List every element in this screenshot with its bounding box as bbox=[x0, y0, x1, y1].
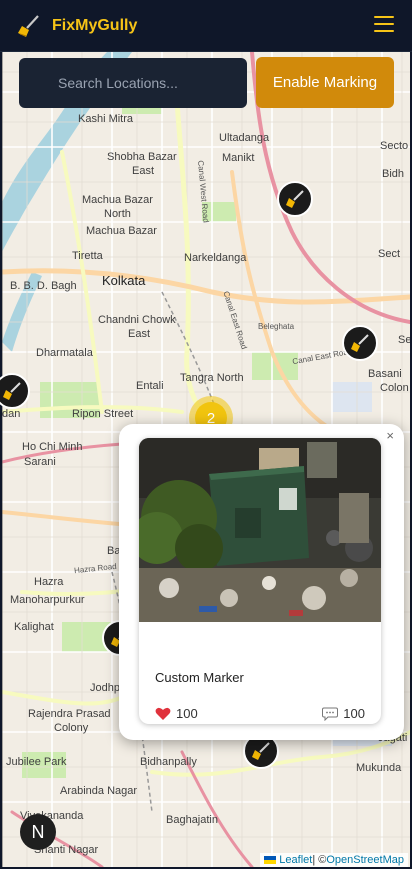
map-label: Ripon Street bbox=[72, 408, 134, 420]
map-label: Kalighat bbox=[14, 621, 54, 633]
enable-marking-button[interactable]: Enable Marking bbox=[256, 57, 394, 108]
map-label: Manikt bbox=[222, 152, 255, 164]
map-label: North bbox=[104, 208, 131, 220]
map-label: Beleghata bbox=[258, 322, 295, 331]
map-label: Hazra bbox=[34, 576, 64, 588]
map-label: Bidhanpally bbox=[140, 756, 197, 768]
search-input[interactable]: Search Locations... bbox=[19, 58, 247, 108]
report-title: Custom Marker bbox=[155, 670, 244, 685]
marker-popup: × Custom Marker 100 100 bbox=[119, 424, 404, 740]
map-label: Shobha Bazar bbox=[107, 151, 177, 163]
likes-value: 100 bbox=[176, 706, 198, 721]
map-label: Machua Bazar bbox=[86, 225, 157, 237]
map-label: Narkeldanga bbox=[184, 252, 247, 264]
report-photo bbox=[139, 438, 381, 622]
comments-count[interactable]: 100 bbox=[322, 706, 365, 721]
broom-marker-icon[interactable] bbox=[277, 181, 313, 217]
map-label: Ho Chi Minh bbox=[22, 441, 83, 453]
map-label: Se bbox=[398, 334, 410, 346]
map-label: Chandni Chowk bbox=[98, 314, 176, 326]
attribution-separator: | © bbox=[312, 854, 327, 866]
heart-icon bbox=[155, 707, 171, 720]
map-label: Tangra North bbox=[180, 372, 244, 384]
map-label: Sarani bbox=[24, 456, 56, 468]
map-label: Bidh bbox=[382, 168, 405, 180]
map-label: Mukunda bbox=[356, 762, 402, 774]
map-label: Secto bbox=[380, 140, 409, 152]
map-label: Arabinda Nagar bbox=[60, 785, 138, 797]
map-attribution: Leaflet | © OpenStreetMap bbox=[260, 853, 408, 867]
broom-marker-icon[interactable] bbox=[342, 325, 378, 361]
map-label: Entali bbox=[136, 380, 164, 392]
map-label: B. B. D. Bagh bbox=[10, 280, 77, 292]
map-label: East bbox=[128, 328, 151, 340]
likes-count[interactable]: 100 bbox=[155, 706, 198, 721]
compass-button[interactable]: N bbox=[20, 814, 56, 850]
map-label: Colony bbox=[54, 722, 89, 734]
map-label: Rajendra Prasad bbox=[28, 708, 111, 720]
top-navbar: FixMyGully bbox=[0, 0, 412, 52]
map-label: Sect bbox=[378, 248, 401, 260]
map-label: Dharmatala bbox=[36, 347, 93, 359]
map-label: Kolkata bbox=[102, 273, 146, 288]
map-label: Manoharpurkur bbox=[10, 594, 85, 606]
map-label: East bbox=[132, 165, 155, 177]
map-label: Colon bbox=[380, 382, 409, 394]
leaflet-link[interactable]: Leaflet bbox=[279, 854, 312, 866]
broom-icon bbox=[18, 14, 39, 37]
map-label: Jubilee Park bbox=[6, 756, 67, 768]
app-root: FixMyGully Kashi Mitra Ultadanga Secto S… bbox=[0, 0, 412, 869]
map-label: dan bbox=[2, 408, 21, 420]
map-label: Kashi Mitra bbox=[78, 113, 134, 125]
map-label: Basani bbox=[368, 368, 402, 380]
ukraine-flag-icon bbox=[264, 856, 277, 864]
osm-link[interactable]: OpenStreetMap bbox=[326, 854, 404, 866]
comments-value: 100 bbox=[343, 706, 365, 721]
map-label: Ultadanga bbox=[219, 132, 270, 144]
map-label: Baghajatin bbox=[166, 814, 218, 826]
comment-icon bbox=[322, 707, 339, 721]
map-label: Tiretta bbox=[72, 250, 103, 262]
map-label: Machua Bazar bbox=[82, 194, 153, 206]
map-label: Jodhp bbox=[90, 682, 120, 694]
report-card[interactable]: Custom Marker 100 100 bbox=[139, 438, 381, 724]
hamburger-menu-icon[interactable] bbox=[374, 16, 394, 34]
close-icon[interactable]: × bbox=[386, 428, 394, 443]
brand-title[interactable]: FixMyGully bbox=[52, 17, 137, 35]
